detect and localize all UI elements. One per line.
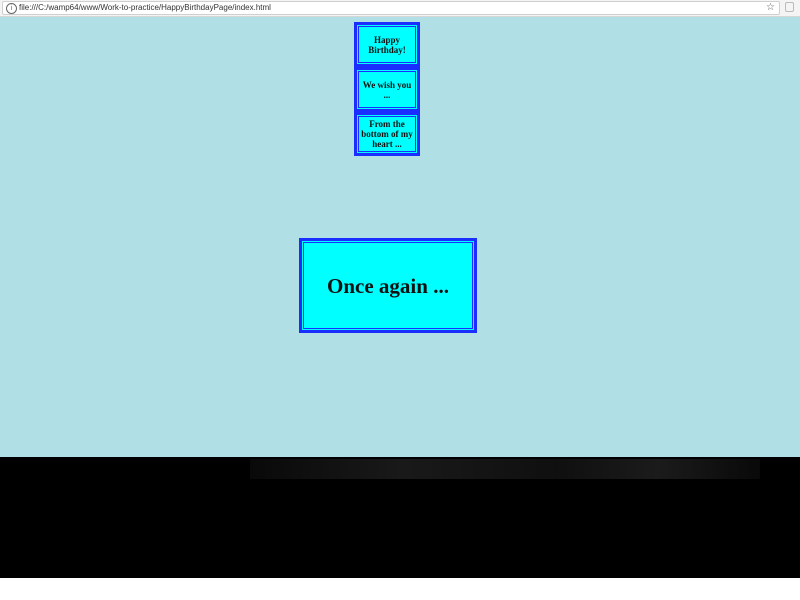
extension-icon[interactable]: [785, 2, 794, 12]
info-icon[interactable]: i: [6, 3, 17, 14]
bookmark-star-icon[interactable]: ☆: [766, 2, 775, 14]
card-text: We wish you ...: [362, 79, 412, 100]
page-viewport: Happy Birthday! We wish you ... From the…: [0, 17, 800, 457]
main-message-text: Once again ...: [327, 273, 449, 298]
greeting-card-happy-birthday: Happy Birthday!: [354, 22, 420, 67]
main-message-card: Once again ...: [299, 238, 477, 333]
address-bar-url[interactable]: file:///C:/wamp64/www/Work-to-practice/H…: [19, 2, 271, 14]
card-text: Happy Birthday!: [368, 34, 406, 55]
greeting-card-we-wish-you: We wish you ...: [354, 67, 420, 112]
card-text: From the bottom of my heart ...: [361, 119, 413, 149]
dark-overlay-region: [0, 457, 800, 578]
background-blur: [250, 459, 760, 479]
greeting-card-from-the-heart: From the bottom of my heart ...: [354, 112, 420, 156]
address-bar[interactable]: i file:///C:/wamp64/www/Work-to-practice…: [2, 1, 780, 15]
browser-toolbar: i file:///C:/wamp64/www/Work-to-practice…: [0, 0, 800, 17]
bottom-strip: [0, 578, 800, 600]
